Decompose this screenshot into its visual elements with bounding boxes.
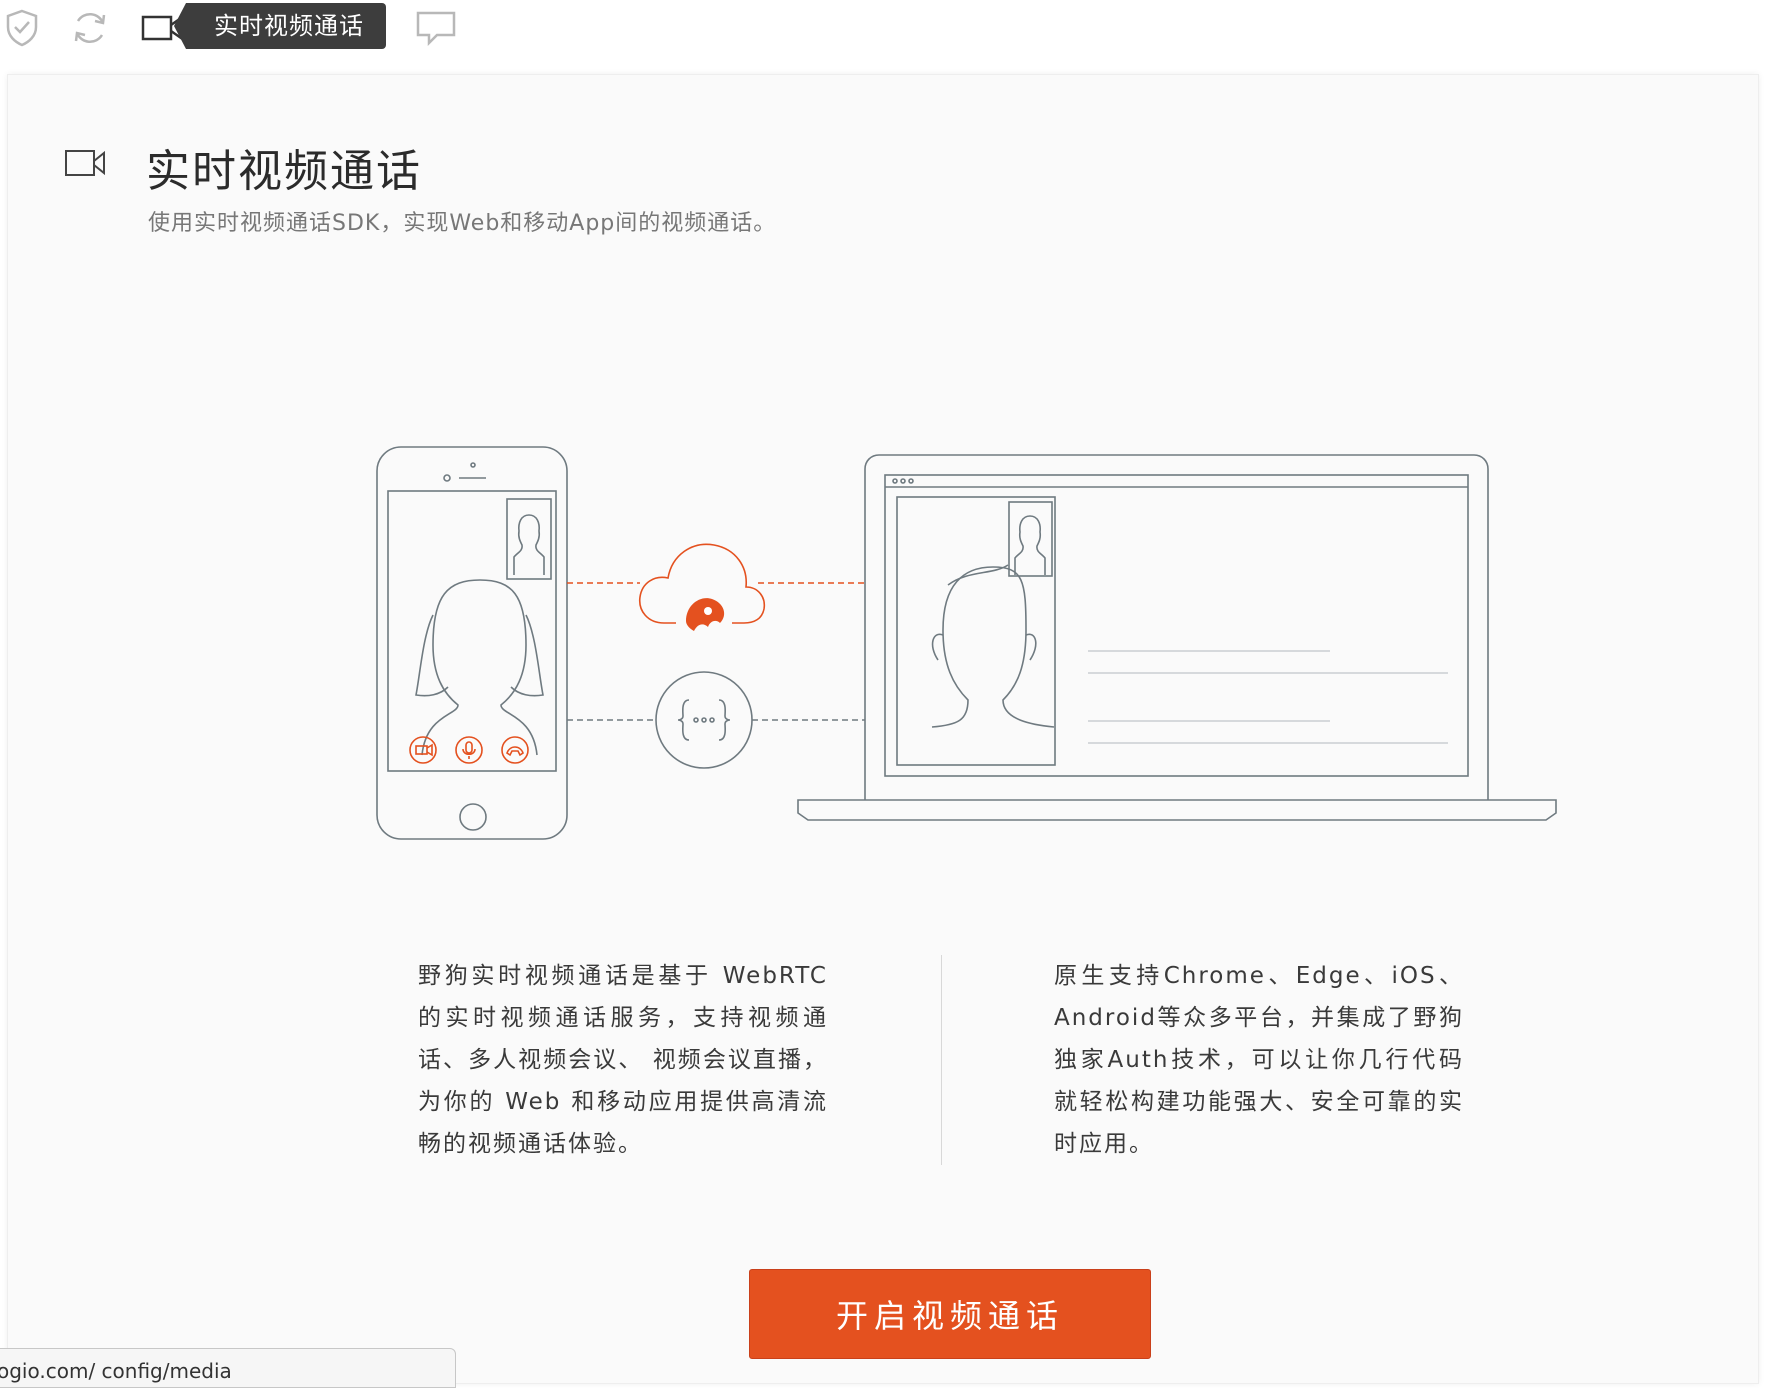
tab-video-call[interactable]: 实时视频通话 [174,3,386,49]
phone-illustration [376,446,568,840]
top-toolbar: 实时视频通话 [0,0,1766,60]
refresh-icon[interactable] [70,8,110,48]
shield-check-icon[interactable] [2,8,42,48]
main-panel: 实时视频通话 使用实时视频通话SDK，实现Web和移动App间的视频通话。 野狗… [7,74,1759,1384]
chat-bubble-icon[interactable] [414,8,458,48]
laptop-illustration [797,454,1557,821]
status-bar-url: ogio.com/ config/media [0,1348,456,1388]
video-camera-icon [64,147,108,183]
brand-logo [686,598,725,631]
start-video-call-button[interactable]: 开启视频通话 [749,1269,1151,1359]
page-title: 实时视频通话 [146,146,422,197]
description-right: 原生支持Chrome、Edge、iOS、Android等众多平台，并集成了野狗独… [1054,963,1464,1157]
page-subtitle: 使用实时视频通话SDK，实现Web和移动App间的视频通话。 [148,211,777,236]
description-divider [941,955,942,1165]
description-left: 野狗实时视频通话是基于 WebRTC 的实时视频通话服务，支持视频通话、多人视频… [418,963,828,1157]
